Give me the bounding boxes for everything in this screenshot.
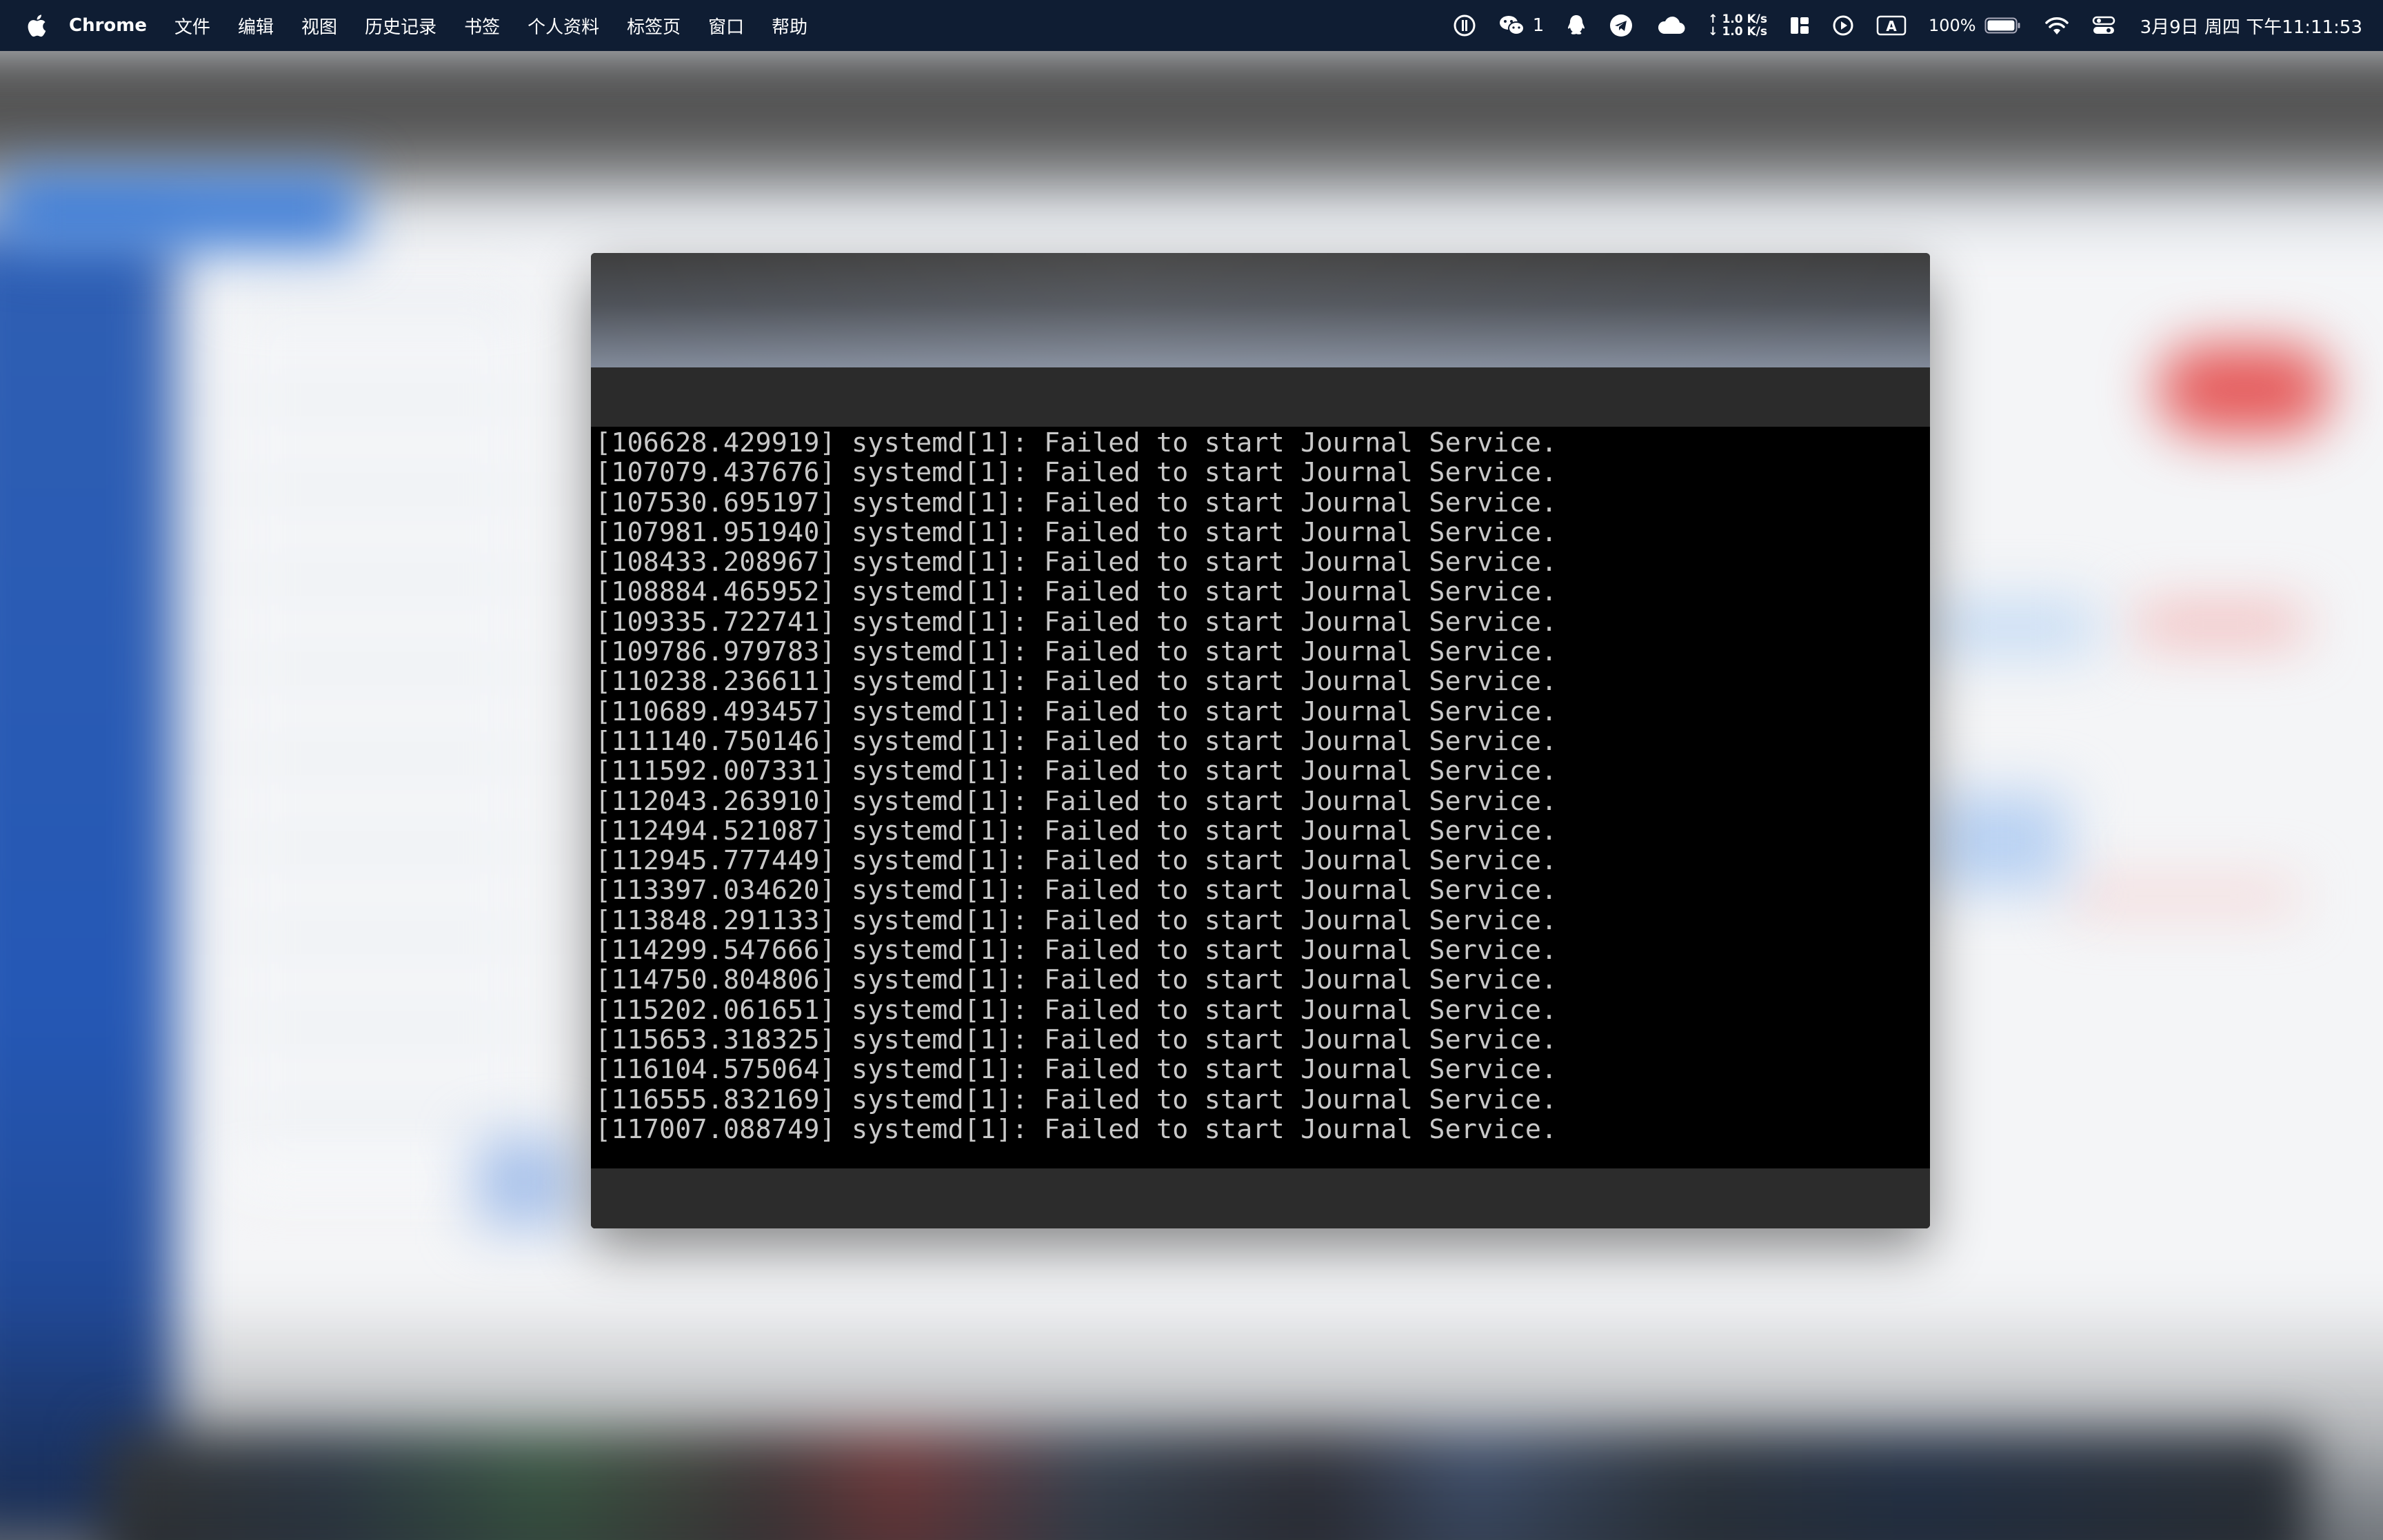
menu-view[interactable]: 视图	[301, 13, 337, 39]
battery-percent: 100%	[1928, 16, 1976, 35]
console-line: [114299.547666] systemd[1]: Failed to st…	[595, 935, 1558, 966]
console-line: [111592.007331] systemd[1]: Failed to st…	[595, 756, 1558, 787]
menu-app-name[interactable]: Chrome	[69, 15, 147, 36]
menu-bookmarks[interactable]: 书签	[464, 13, 500, 39]
console-line: [110238.236611] systemd[1]: Failed to st…	[595, 666, 1558, 698]
console-output[interactable]: [106628.429919] systemd[1]: Failed to st…	[591, 427, 1930, 1228]
window-toolbar	[591, 367, 1930, 427]
menu-help[interactable]: 帮助	[772, 13, 807, 39]
net-upload-speed: ↑ 1.0 K/s	[1708, 12, 1767, 26]
console-line: [106628.429919] systemd[1]: Failed to st…	[595, 427, 1558, 458]
console-line: [107079.437676] systemd[1]: Failed to st…	[595, 457, 1558, 489]
input-method-icon[interactable]: A	[1876, 0, 1907, 51]
wifi-icon[interactable]	[2044, 0, 2070, 51]
play-icon[interactable]	[1832, 0, 1854, 51]
qq-icon[interactable]	[1566, 0, 1587, 51]
status-area: 1 ↑ 1.0 K/s ↓ 1.0 K/s A 100% 3月9日 周四 下午1…	[1431, 0, 2362, 51]
console-line: [110689.493457] systemd[1]: Failed to st…	[595, 696, 1558, 727]
wechat-badge-count: 1	[1532, 15, 1545, 36]
telegram-icon[interactable]	[1609, 0, 1633, 51]
console-line: [115653.318325] systemd[1]: Failed to st…	[595, 1024, 1558, 1055]
console-line: [108433.208967] systemd[1]: Failed to st…	[595, 547, 1558, 578]
menu-edit[interactable]: 编辑	[238, 13, 274, 39]
console-line: [107530.695197] systemd[1]: Failed to st…	[595, 487, 1558, 518]
window-titlebar[interactable]	[591, 253, 1930, 367]
menu-tabs[interactable]: 标签页	[627, 13, 681, 39]
console-line: [112945.777449] systemd[1]: Failed to st…	[595, 845, 1558, 877]
menu-bar: Chrome 文件 编辑 视图 历史记录 书签 个人资料 标签页 窗口 帮助 1	[0, 0, 2383, 51]
control-center-icon[interactable]	[2092, 0, 2115, 51]
menu-history[interactable]: 历史记录	[365, 13, 436, 39]
apple-menu-icon[interactable]	[25, 12, 48, 39]
console-line: [115202.061651] systemd[1]: Failed to st…	[595, 994, 1558, 1026]
console-line: [108884.465952] systemd[1]: Failed to st…	[595, 576, 1558, 608]
console-line: [112043.263910] systemd[1]: Failed to st…	[595, 785, 1558, 817]
net-download-speed: ↓ 1.0 K/s	[1708, 25, 1767, 39]
console-line: [109786.979783] systemd[1]: Failed to st…	[595, 636, 1558, 668]
cloud-icon[interactable]	[1656, 0, 1686, 51]
console-line: [113397.034620] systemd[1]: Failed to st…	[595, 875, 1558, 906]
menu-window[interactable]: 窗口	[708, 13, 744, 39]
menu-file[interactable]: 文件	[174, 13, 210, 39]
network-speed: ↑ 1.0 K/s ↓ 1.0 K/s	[1708, 0, 1767, 51]
layout-icon[interactable]	[1789, 0, 1810, 51]
battery-icon	[1984, 17, 2020, 34]
console-line: [117007.088749] systemd[1]: Failed to st…	[595, 1113, 1558, 1145]
wechat-icon[interactable]: 1	[1498, 0, 1545, 51]
console-line: [116555.832169] systemd[1]: Failed to st…	[595, 1084, 1558, 1115]
console-window[interactable]: [106628.429919] systemd[1]: Failed to st…	[591, 253, 1930, 1228]
console-line: [114750.804806] systemd[1]: Failed to st…	[595, 964, 1558, 996]
input-method-label: A	[1886, 18, 1897, 34]
console-line: [107981.951940] systemd[1]: Failed to st…	[595, 516, 1558, 548]
window-bottom-bar	[591, 1168, 1930, 1228]
console-line: [109335.722741] systemd[1]: Failed to st…	[595, 606, 1558, 638]
console-line: [113848.291133] systemd[1]: Failed to st…	[595, 904, 1558, 936]
console-line: [116104.575064] systemd[1]: Failed to st…	[595, 1054, 1558, 1086]
console-line: [112494.521087] systemd[1]: Failed to st…	[595, 815, 1558, 847]
password-manager-icon[interactable]	[1453, 0, 1476, 51]
menu-profiles[interactable]: 个人资料	[527, 13, 599, 39]
console-line: [111140.750146] systemd[1]: Failed to st…	[595, 725, 1558, 757]
battery[interactable]: 100%	[1929, 0, 2022, 51]
menubar-clock[interactable]: 3月9日 周四 下午11:11:53	[2140, 13, 2362, 39]
